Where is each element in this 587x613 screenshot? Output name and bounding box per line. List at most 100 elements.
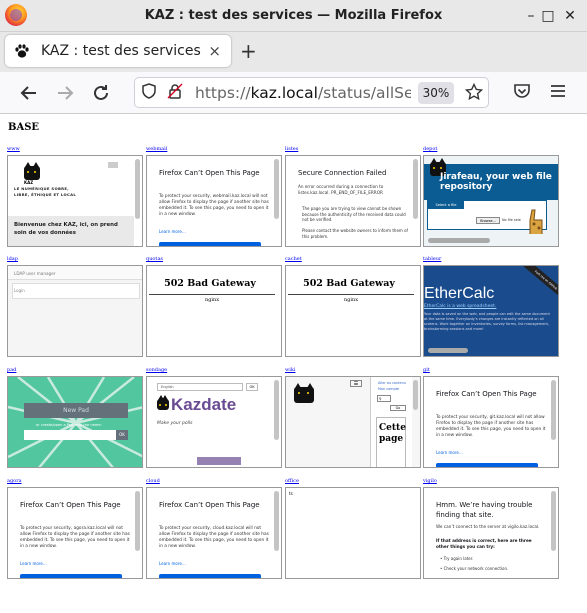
kaz-cat-logo-icon	[294, 383, 314, 403]
zoom-indicator[interactable]: 30%	[418, 82, 454, 104]
service-frame-quotas[interactable]: 502 Bad Gateway nginx	[146, 265, 282, 357]
service-link-ldap[interactable]: ldap	[7, 256, 18, 262]
service-link-vigilo[interactable]: vigilo	[423, 478, 437, 484]
scrollbar[interactable]	[551, 380, 556, 440]
kazdate-tagline: Make your polls	[157, 421, 193, 426]
open-in-new-window-button[interactable]	[436, 463, 538, 467]
url-bar[interactable]: https://kaz.local/status/allServ 30%	[134, 77, 489, 108]
kaz-cat-logo-icon	[24, 162, 40, 180]
url-text[interactable]: https://kaz.local/status/allServ	[195, 84, 411, 102]
service-frame-office[interactable]: ts	[285, 487, 421, 579]
bookmark-star-icon[interactable]	[464, 82, 484, 103]
learn-more-link[interactable]: Learn more…	[436, 450, 463, 455]
new-tab-button[interactable]: +	[240, 40, 257, 62]
error-bullet: • Check your network connection.	[440, 566, 509, 571]
wiki-account-link[interactable]: Mon compte	[378, 387, 399, 391]
scrollbar[interactable]	[274, 380, 279, 440]
fork-ribbon[interactable]: Fork me on GitHub	[520, 266, 558, 303]
scrollbar[interactable]	[274, 491, 279, 551]
service-frame-listes[interactable]: Secure Connection Failed An error occurr…	[285, 155, 421, 247]
service-link-cloud[interactable]: cloud	[146, 478, 160, 484]
service-link-quotas[interactable]: quotas	[146, 256, 163, 262]
service-link-www[interactable]: www	[7, 146, 20, 152]
service-link-webmail[interactable]: webmail	[146, 146, 167, 152]
www-tagline: LE NUMÉRIQUE SOBRE, LIBRE, ÉTHIQUE ET LO…	[14, 186, 77, 197]
new-pad-button[interactable]: New Pad	[24, 403, 128, 418]
tab-close-icon[interactable]: ×	[208, 42, 221, 60]
wiki-menu-icon[interactable]: ☰	[350, 380, 362, 387]
www-menu-icon	[108, 162, 118, 168]
forward-button[interactable]	[53, 81, 77, 105]
reload-button[interactable]	[89, 81, 113, 105]
service-frame-cachet[interactable]: 502 Bad Gateway nginx	[285, 265, 421, 357]
service-frame-wiki[interactable]: ☰ Aller au contenu Mon compte ⚲ Go Cette…	[285, 376, 421, 468]
pad-name-input[interactable]	[24, 430, 116, 440]
scrollbar[interactable]	[135, 159, 140, 219]
ldap-login-link[interactable]: Login	[14, 288, 25, 293]
insecure-lock-icon[interactable]	[165, 83, 185, 103]
service-frame-sondage[interactable]: English OK Kazdate Make your polls	[146, 376, 282, 468]
scrollbar[interactable]	[135, 491, 140, 551]
language-select[interactable]: English	[157, 383, 243, 391]
service-link-listes[interactable]: listes	[285, 146, 298, 152]
service-link-git[interactable]: git	[423, 367, 430, 373]
language-ok-button[interactable]: OK	[246, 383, 258, 391]
error-bullet: • Try again later.	[440, 556, 474, 561]
open-in-new-window-button[interactable]	[159, 574, 261, 578]
service-frame-tableur[interactable]: EtherCalc Fork me on GitHub EtherCalc is…	[423, 265, 559, 357]
tab-title: KAZ : test des services	[41, 43, 201, 59]
service-link-pad[interactable]: pad	[7, 367, 16, 373]
service-link-cachet[interactable]: cachet	[285, 256, 302, 262]
pad-hint: or create/open a Pad with the name:	[36, 423, 102, 427]
service-link-office[interactable]: office	[285, 478, 299, 484]
scrollbar[interactable]	[551, 491, 556, 551]
wiki-go-button[interactable]: Go	[390, 405, 406, 411]
tab-bar: KAZ : test des services × +	[0, 32, 587, 72]
minimize-button[interactable]: –	[522, 7, 540, 25]
shield-icon[interactable]	[139, 83, 159, 103]
ethercalc-link[interactable]: EtherCalc is a web spreadsheet.	[424, 304, 496, 309]
menu-button[interactable]	[546, 81, 570, 105]
service-frame-depot[interactable]: Jirafeau, your web file repository Selec…	[423, 155, 559, 247]
maximize-button[interactable]: □	[539, 7, 557, 25]
pocket-icon	[514, 84, 530, 98]
divider	[149, 294, 275, 295]
jirafeau-heading: Jirafeau, your web file repository	[440, 172, 552, 192]
horizontal-scrollbar[interactable]	[428, 348, 468, 353]
learn-more-link[interactable]: Learn more…	[159, 561, 186, 566]
close-window-button[interactable]: ✕	[561, 7, 579, 25]
service-frame-vigilo[interactable]: Hmm. We’re having trouble finding that s…	[423, 487, 559, 579]
error-body: To protect your security, agora.kaz.loca…	[20, 526, 130, 549]
scrollbar[interactable]	[274, 159, 279, 219]
learn-more-link[interactable]: Learn more…	[20, 561, 47, 566]
learn-more-link[interactable]: Learn more…	[159, 229, 186, 234]
horizontal-scrollbar[interactable]	[428, 238, 490, 243]
scrollbar[interactable]	[413, 159, 418, 219]
error-suggestion-heading: If that address is correct, here are thr…	[436, 538, 532, 549]
pocket-button[interactable]	[510, 81, 534, 105]
select-file-label: Select a file	[428, 201, 464, 209]
wiki-search-input[interactable]: ⚲	[377, 395, 391, 402]
scrollbar[interactable]	[413, 380, 418, 410]
office-text: ts	[289, 491, 293, 496]
service-link-tableur[interactable]: tableur	[423, 256, 441, 262]
service-link-wiki[interactable]: wiki	[285, 367, 296, 373]
service-frame-webmail[interactable]: Firefox Can’t Open This Page To protect …	[146, 155, 282, 247]
browse-button[interactable]: Browse...	[476, 217, 500, 224]
service-frame-www[interactable]: KAZ LE NUMÉRIQUE SOBRE, LIBRE, ÉTHIQUE E…	[7, 155, 143, 247]
tab-kaz[interactable]: KAZ : test des services ×	[5, 35, 231, 67]
divider	[288, 294, 414, 295]
service-frame-ldap[interactable]: LDAP user manager Login	[7, 265, 143, 357]
back-button[interactable]	[17, 81, 41, 105]
service-frame-agora[interactable]: Firefox Can’t Open This Page To protect …	[7, 487, 143, 579]
pad-ok-button[interactable]: OK	[116, 430, 128, 440]
open-in-new-window-button[interactable]	[20, 574, 122, 578]
service-frame-pad[interactable]: New Pad or create/open a Pad with the na…	[7, 376, 143, 468]
open-in-new-window-button[interactable]	[159, 242, 261, 246]
service-link-agora[interactable]: agora	[7, 478, 22, 484]
service-link-sondage[interactable]: sondage	[146, 367, 167, 373]
service-link-depot[interactable]: depot	[423, 146, 437, 152]
service-frame-git[interactable]: Firefox Can’t Open This Page To protect …	[423, 376, 559, 468]
service-frame-cloud[interactable]: Firefox Can’t Open This Page To protect …	[146, 487, 282, 579]
wiki-skip-link[interactable]: Aller au contenu	[378, 381, 406, 385]
